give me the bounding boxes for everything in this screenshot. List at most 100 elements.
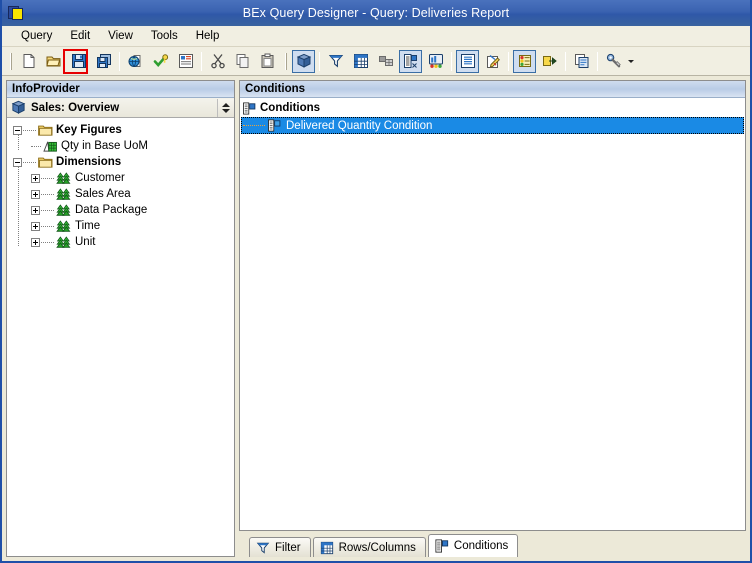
tree-node-unit-label: Unit [75,236,96,248]
folder-icon [38,156,53,169]
save-as-button[interactable] [92,50,115,73]
check-query-button[interactable] [149,50,172,73]
tree-node-customer-label: Customer [75,172,125,184]
infoprovider-tree: Key Figures Qty in Base UoM Dimensions C… [7,118,234,556]
save-query-button[interactable] [67,50,90,73]
tab-filter[interactable]: Filter [249,537,311,557]
dimension-icon [56,235,72,249]
new-query-button[interactable] [17,50,40,73]
conditions-list-item-label: Delivered Quantity Condition [286,119,433,132]
tree-node-key-figures-label: Key Figures [56,124,122,136]
toolbar [2,47,750,76]
toolbar-separator [565,51,566,71]
exceptions-list-button[interactable] [456,49,479,73]
dimension-icon [56,171,72,185]
toolbar-separator [451,51,452,71]
chart-preview-button[interactable] [424,50,447,73]
tree-node-dimensions[interactable]: Dimensions [7,154,234,170]
infoprovider-button[interactable] [292,49,315,73]
application-window: BEx Query Designer - Query: Deliveries R… [0,0,752,563]
tree-node-key-figures[interactable]: Key Figures [7,122,234,138]
toolbar-grip[interactable] [7,51,14,71]
infoprovider-panel-title: InfoProvider [7,81,234,98]
document-properties-button[interactable] [481,50,504,73]
conditions-panel: Conditions Conditions Delivered Quantity… [239,80,746,531]
toolbar-separator [508,51,509,71]
toolbar-separator [201,51,202,71]
publish-button[interactable] [124,50,147,73]
infoprovider-panel: InfoProvider Sales: Overview Key Figures… [6,80,235,557]
variables-button[interactable] [570,50,593,73]
condition-item-icon [268,119,282,132]
conditions-panel-title: Conditions [240,81,745,98]
tree-node-qty-in-base-uom[interactable]: Qty in Base UoM [7,138,234,154]
tab-filter-label: Filter [275,541,301,554]
grid-icon [320,541,334,555]
title-bar: BEx Query Designer - Query: Deliveries R… [2,0,750,26]
collapse-icon[interactable] [13,125,22,135]
menu-query[interactable]: Query [12,28,61,44]
conditions-panel-title-label: Conditions [245,83,306,95]
folder-icon [38,124,53,137]
funnel-icon [256,541,270,555]
tree-node-unit[interactable]: Unit [7,234,234,250]
conditions-icon [243,101,257,115]
tree-node-sales-area[interactable]: Sales Area [7,186,234,202]
expand-icon[interactable] [31,205,40,215]
dimension-icon [56,219,72,233]
tab-conditions-label: Conditions [453,540,509,552]
tab-conditions[interactable]: Conditions [427,534,519,557]
settings-dropdown-caret[interactable] [626,50,635,73]
conditions-tree-root[interactable]: Conditions [240,100,745,116]
copy-button[interactable] [231,50,254,73]
toolbar-separator [319,51,320,71]
tree-node-data-package[interactable]: Data Package [7,202,234,218]
conditions-tree: Conditions Delivered Quantity Condition [240,98,745,530]
infoprovider-name: Sales: Overview [31,101,120,114]
toolbar-separator [597,51,598,71]
conditions-toggle-button[interactable] [399,49,422,73]
dimension-icon [56,187,72,201]
menu-help[interactable]: Help [187,28,229,44]
provider-spinner[interactable] [217,98,234,117]
expand-icon[interactable] [31,189,40,199]
menu-tools[interactable]: Tools [142,28,187,44]
rows-columns-button[interactable] [349,50,372,73]
collapse-icon[interactable] [13,157,22,167]
infoprovider-selector[interactable]: Sales: Overview [7,98,234,118]
toolbar-separator [119,51,120,71]
tree-node-data-package-label: Data Package [75,204,148,216]
bottom-tab-strip: Filter Rows/Columns Conditions [239,533,746,557]
settings-button[interactable] [602,50,625,73]
tab-rows-columns[interactable]: Rows/Columns [312,537,426,557]
paste-button[interactable] [256,50,279,73]
tree-node-time[interactable]: Time [7,218,234,234]
condition-define-button[interactable] [513,49,536,73]
cut-button[interactable] [206,50,229,73]
conditions-list-item[interactable]: Delivered Quantity Condition [241,117,744,134]
tree-node-time-label: Time [75,220,101,232]
expand-icon[interactable] [31,173,40,183]
query-properties-button[interactable] [174,50,197,73]
open-query-button[interactable] [42,50,65,73]
menu-view[interactable]: View [99,28,142,44]
tab-rows-columns-label: Rows/Columns [338,541,416,554]
work-area: InfoProvider Sales: Overview Key Figures… [2,77,750,561]
menu-edit[interactable]: Edit [61,28,99,44]
filter-toggle-button[interactable] [324,50,347,73]
tree-node-sales-area-label: Sales Area [75,188,131,200]
window-title: BEx Query Designer - Query: Deliveries R… [242,6,510,20]
jump-target-button[interactable] [538,50,561,73]
bex-app-icon [8,5,25,22]
tree-node-dimensions-label: Dimensions [56,156,122,168]
dimension-icon [56,203,72,217]
expand-icon[interactable] [31,221,40,231]
tree-node-customer[interactable]: Customer [7,170,234,186]
cell-definition-button[interactable] [374,50,397,73]
toolbar-grip[interactable] [282,51,289,71]
key-figure-icon [43,140,58,153]
tree-node-qty-in-base-uom-label: Qty in Base UoM [61,140,148,152]
expand-icon[interactable] [31,237,40,247]
right-column: Conditions Conditions Delivered Quantity… [239,80,746,557]
menu-bar: Query Edit View Tools Help [2,26,750,47]
